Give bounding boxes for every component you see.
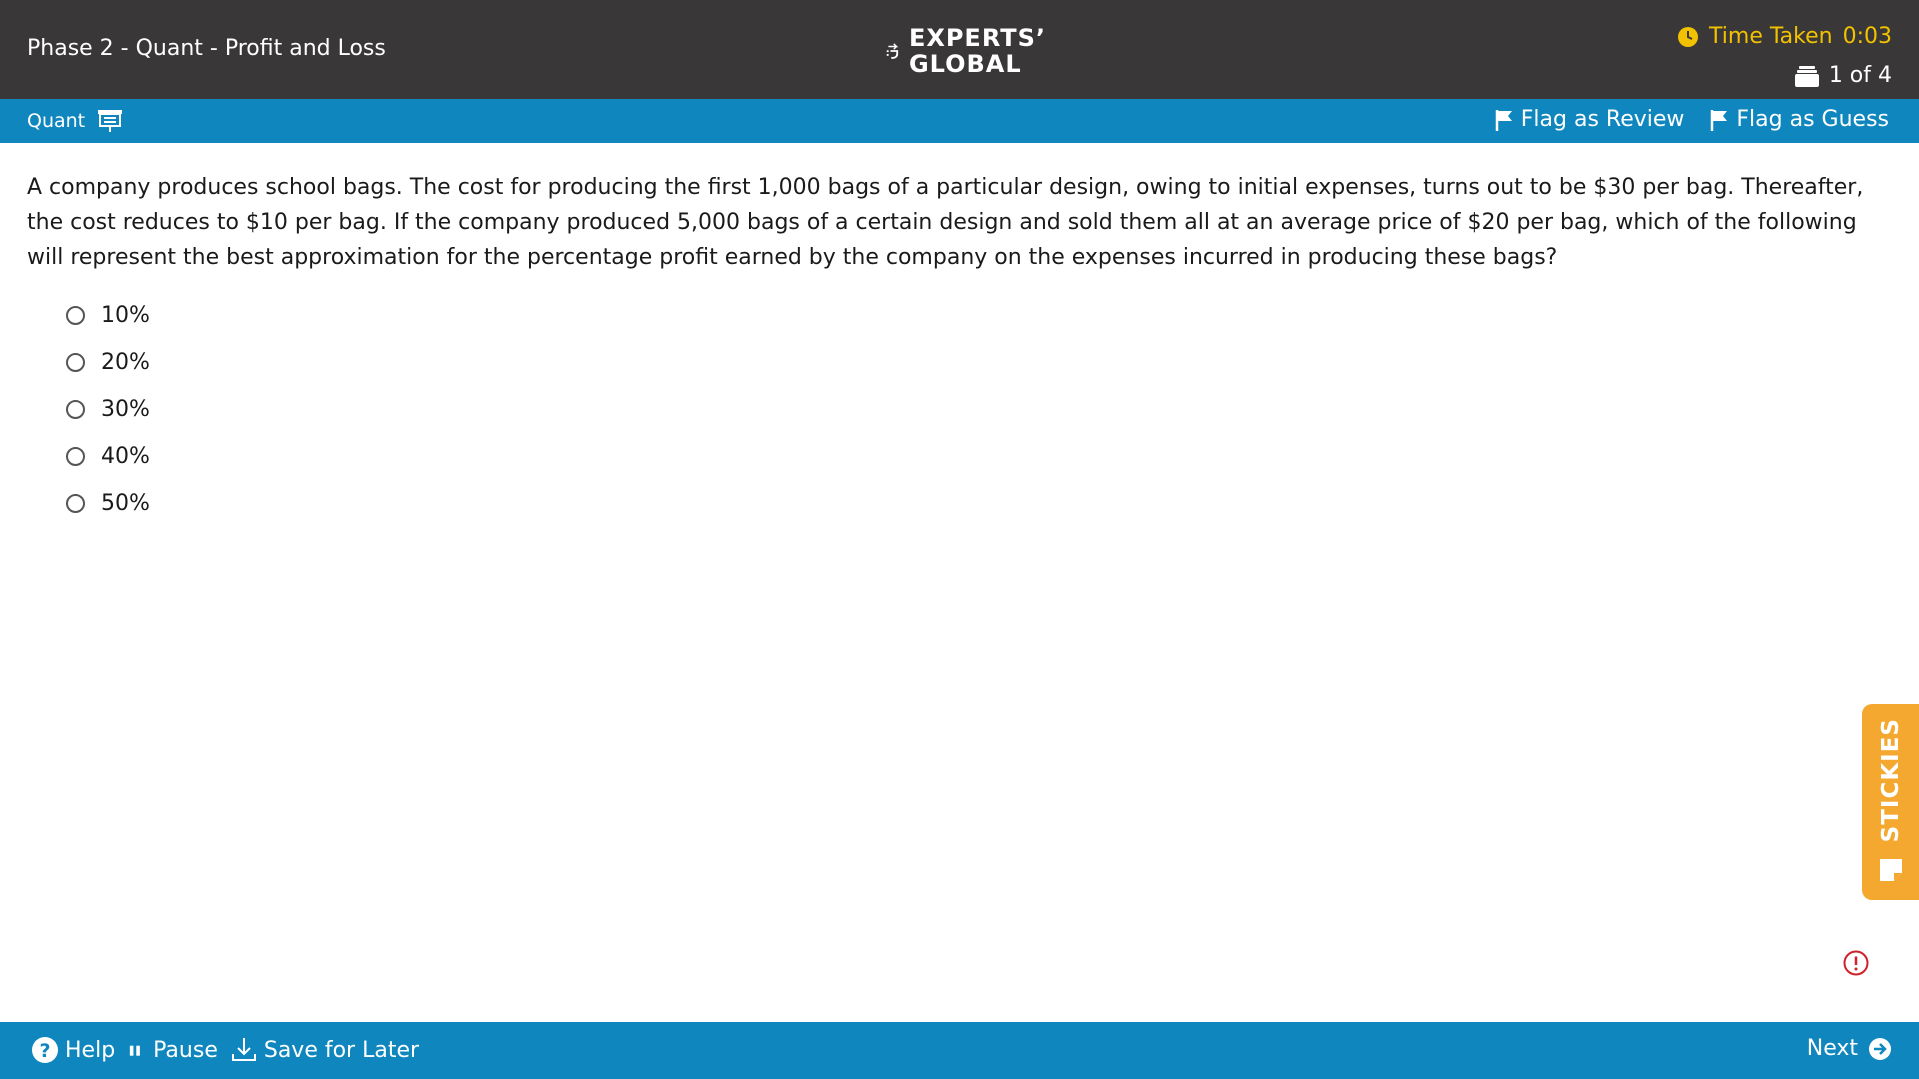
progress-text: 1 of 4 [1828,63,1892,88]
answer-options: 10% 20% 30% 40% 50% [66,292,150,527]
logo-text-line2: GLOBAL [908,50,1022,78]
answer-option[interactable]: 40% [66,433,150,480]
question-stack-icon [1794,65,1819,87]
report-error-icon[interactable] [1843,950,1869,976]
radio-button[interactable] [66,306,85,325]
question-text: A company produces school bags. The cost… [27,175,1864,270]
option-label: 50% [101,491,150,516]
option-label: 40% [101,444,150,469]
next-button[interactable]: Next [1807,1036,1892,1061]
question-progress: 1 of 4 [1794,63,1892,88]
save-for-later-button[interactable]: Save for Later [230,1036,419,1064]
download-icon [231,1038,256,1061]
timer-value: 0:03 [1842,24,1892,49]
section-name: Quant [27,110,86,132]
option-label: 10% [101,303,150,328]
section-label: Quant [27,109,123,133]
section-title: Phase 2 - Quant - Profit and Loss [27,36,386,61]
flag-icon [1711,109,1728,131]
pause-icon [130,1045,141,1056]
flag-as-review-button[interactable]: Flag as Review [1495,107,1685,132]
help-icon: ? [32,1037,58,1063]
next-label: Next [1806,1036,1858,1061]
arrow-right-circle-icon [1869,1037,1891,1060]
radio-button[interactable] [66,494,85,513]
presentation-board-icon[interactable] [97,109,123,133]
top-header: Phase 2 - Quant - Profit and Loss EXPERT… [0,0,1919,99]
flag-icon [1495,109,1512,131]
answer-option[interactable]: 50% [66,480,150,527]
radio-button[interactable] [66,400,85,419]
radio-button[interactable] [66,353,85,372]
answer-option[interactable]: 10% [66,292,150,339]
logo-mark-icon [886,43,899,59]
save-label: Save for Later [263,1037,420,1063]
help-button[interactable]: ? Help [31,1036,115,1064]
answer-option[interactable]: 20% [66,339,150,386]
pause-label: Pause [153,1037,218,1063]
logo-text-line1: EXPERTS’ [908,24,1046,52]
time-taken: Time Taken 0:03 [1677,24,1892,49]
stickies-label: STICKIES [1877,717,1904,842]
radio-button[interactable] [66,447,85,466]
answer-option[interactable]: 30% [66,386,150,433]
experts-global-logo: EXPERTS’ GLOBAL [886,24,1046,78]
bottom-bar: ? Help Pause Save for Later Next [0,1022,1919,1079]
clock-icon [1678,26,1699,47]
section-bar: Quant Flag as Review Flag as Guess [0,99,1919,143]
stickies-tab[interactable]: STICKIES [1862,704,1919,900]
flag-guess-label: Flag as Guess [1736,107,1889,132]
option-label: 20% [101,350,150,375]
option-label: 30% [101,397,150,422]
help-label: Help [65,1037,116,1063]
flag-review-label: Flag as Review [1520,107,1685,132]
sticky-note-icon [1879,859,1902,881]
svg-text:?: ? [39,1040,50,1062]
pause-button[interactable]: Pause [127,1036,218,1064]
timer-label: Time Taken [1709,24,1833,49]
flag-as-guess-button[interactable]: Flag as Guess [1710,107,1889,132]
